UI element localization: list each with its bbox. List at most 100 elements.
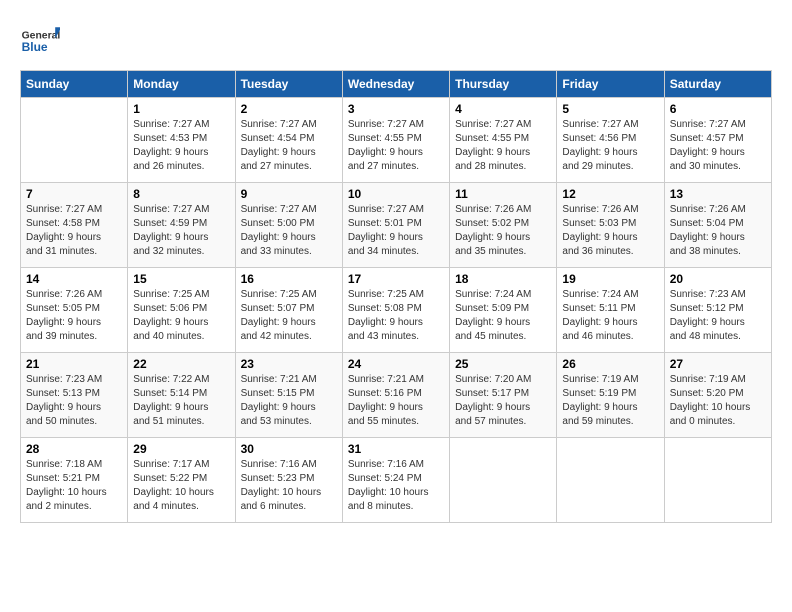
day-number: 10 bbox=[348, 187, 444, 201]
svg-text:Blue: Blue bbox=[22, 40, 48, 54]
day-number: 16 bbox=[241, 272, 337, 286]
calendar-cell bbox=[664, 438, 771, 523]
calendar-cell: 10Sunrise: 7:27 AM Sunset: 5:01 PM Dayli… bbox=[342, 183, 449, 268]
day-info: Sunrise: 7:25 AM Sunset: 5:06 PM Dayligh… bbox=[133, 288, 229, 344]
calendar-week-row: 28 Sunrise: 7:18 AM Sunset: 5:21 PM Dayli… bbox=[21, 438, 772, 523]
day-number: 25 bbox=[455, 357, 551, 371]
day-of-week-header: Tuesday bbox=[235, 71, 342, 98]
calendar-cell: 9Sunrise: 7:27 AM Sunset: 5:00 PM Daylig… bbox=[235, 183, 342, 268]
calendar-cell: 25 Sunrise: 7:20 AM Sunset: 5:17 PM Dayli… bbox=[450, 353, 557, 438]
day-info: Sunrise: 7:23 AM Sunset: 5:13 PM Dayligh… bbox=[26, 373, 122, 429]
calendar-cell: 7 Sunrise: 7:27 AM Sunset: 4:58 PM Daylig… bbox=[21, 183, 128, 268]
day-number: 24 bbox=[348, 357, 444, 371]
calendar-cell: 8 Sunrise: 7:27 AM Sunset: 4:59 PM Daylig… bbox=[128, 183, 235, 268]
day-info: Sunrise: 7:27 AM Sunset: 4:58 PM Dayligh… bbox=[26, 203, 122, 259]
calendar-cell: 12Sunrise: 7:26 AM Sunset: 5:03 PM Dayli… bbox=[557, 183, 664, 268]
calendar-cell: 4Sunrise: 7:27 AM Sunset: 4:55 PM Daylig… bbox=[450, 98, 557, 183]
day-number: 2 bbox=[241, 102, 337, 116]
day-of-week-header: Friday bbox=[557, 71, 664, 98]
calendar-cell bbox=[21, 98, 128, 183]
day-number: 18 bbox=[455, 272, 551, 286]
calendar-cell: 31 Sunrise: 7:16 AM Sunset: 5:24 PM Dayli… bbox=[342, 438, 449, 523]
day-number: 11 bbox=[455, 187, 551, 201]
calendar-cell: 5 Sunrise: 7:27 AM Sunset: 4:56 PM Daylig… bbox=[557, 98, 664, 183]
day-info: Sunrise: 7:17 AM Sunset: 5:22 PM Dayligh… bbox=[133, 458, 229, 514]
day-info: Sunrise: 7:25 AM Sunset: 5:07 PM Dayligh… bbox=[241, 288, 337, 344]
calendar-body: 1 Sunrise: 7:27 AM Sunset: 4:53 PM Daylig… bbox=[21, 98, 772, 523]
calendar-cell bbox=[557, 438, 664, 523]
day-info: Sunrise: 7:16 AM Sunset: 5:24 PM Dayligh… bbox=[348, 458, 444, 514]
day-info: Sunrise: 7:19 AM Sunset: 5:20 PM Dayligh… bbox=[670, 373, 766, 429]
day-number: 17 bbox=[348, 272, 444, 286]
calendar-cell: 14 Sunrise: 7:26 AM Sunset: 5:05 PM Dayli… bbox=[21, 268, 128, 353]
day-number: 19 bbox=[562, 272, 658, 286]
calendar-cell: 20 Sunrise: 7:23 AM Sunset: 5:12 PM Dayli… bbox=[664, 268, 771, 353]
calendar-cell: 18 Sunrise: 7:24 AM Sunset: 5:09 PM Dayli… bbox=[450, 268, 557, 353]
calendar-week-row: 14 Sunrise: 7:26 AM Sunset: 5:05 PM Dayli… bbox=[21, 268, 772, 353]
day-info: Sunrise: 7:19 AM Sunset: 5:19 PM Dayligh… bbox=[562, 373, 658, 429]
day-info: Sunrise: 7:24 AM Sunset: 5:09 PM Dayligh… bbox=[455, 288, 551, 344]
calendar-cell: 23Sunrise: 7:21 AM Sunset: 5:15 PM Dayli… bbox=[235, 353, 342, 438]
day-number: 31 bbox=[348, 442, 444, 456]
calendar-cell: 29 Sunrise: 7:17 AM Sunset: 5:22 PM Dayli… bbox=[128, 438, 235, 523]
calendar-cell: 3 Sunrise: 7:27 AM Sunset: 4:55 PM Daylig… bbox=[342, 98, 449, 183]
logo-container: General Blue bbox=[20, 20, 60, 60]
calendar-cell: 17 Sunrise: 7:25 AM Sunset: 5:08 PM Dayli… bbox=[342, 268, 449, 353]
calendar-cell: 16 Sunrise: 7:25 AM Sunset: 5:07 PM Dayli… bbox=[235, 268, 342, 353]
day-info: Sunrise: 7:27 AM Sunset: 4:56 PM Dayligh… bbox=[562, 118, 658, 174]
day-of-week-header: Wednesday bbox=[342, 71, 449, 98]
logo-svg: General Blue bbox=[20, 20, 60, 60]
day-number: 6 bbox=[670, 102, 766, 116]
day-info: Sunrise: 7:26 AM Sunset: 5:05 PM Dayligh… bbox=[26, 288, 122, 344]
day-number: 23 bbox=[241, 357, 337, 371]
day-info: Sunrise: 7:24 AM Sunset: 5:11 PM Dayligh… bbox=[562, 288, 658, 344]
day-number: 28 bbox=[26, 442, 122, 456]
calendar-cell: 24 Sunrise: 7:21 AM Sunset: 5:16 PM Dayli… bbox=[342, 353, 449, 438]
day-number: 27 bbox=[670, 357, 766, 371]
day-info: Sunrise: 7:27 AM Sunset: 4:55 PM Dayligh… bbox=[348, 118, 444, 174]
day-info: Sunrise: 7:27 AM Sunset: 4:59 PM Dayligh… bbox=[133, 203, 229, 259]
day-number: 29 bbox=[133, 442, 229, 456]
day-info: Sunrise: 7:20 AM Sunset: 5:17 PM Dayligh… bbox=[455, 373, 551, 429]
day-number: 9 bbox=[241, 187, 337, 201]
day-number: 21 bbox=[26, 357, 122, 371]
day-number: 1 bbox=[133, 102, 229, 116]
day-number: 26 bbox=[562, 357, 658, 371]
day-number: 15 bbox=[133, 272, 229, 286]
calendar-cell: 11 Sunrise: 7:26 AM Sunset: 5:02 PM Dayli… bbox=[450, 183, 557, 268]
day-number: 22 bbox=[133, 357, 229, 371]
day-info: Sunrise: 7:26 AM Sunset: 5:04 PM Dayligh… bbox=[670, 203, 766, 259]
day-info: Sunrise: 7:22 AM Sunset: 5:14 PM Dayligh… bbox=[133, 373, 229, 429]
calendar-cell: 6Sunrise: 7:27 AM Sunset: 4:57 PM Daylig… bbox=[664, 98, 771, 183]
day-number: 8 bbox=[133, 187, 229, 201]
day-of-week-header: Sunday bbox=[21, 71, 128, 98]
day-info: Sunrise: 7:21 AM Sunset: 5:16 PM Dayligh… bbox=[348, 373, 444, 429]
day-info: Sunrise: 7:23 AM Sunset: 5:12 PM Dayligh… bbox=[670, 288, 766, 344]
day-info: Sunrise: 7:26 AM Sunset: 5:02 PM Dayligh… bbox=[455, 203, 551, 259]
calendar-table: SundayMondayTuesdayWednesdayThursdayFrid… bbox=[20, 70, 772, 523]
calendar-header-row: SundayMondayTuesdayWednesdayThursdayFrid… bbox=[21, 71, 772, 98]
day-number: 5 bbox=[562, 102, 658, 116]
day-number: 14 bbox=[26, 272, 122, 286]
day-of-week-header: Monday bbox=[128, 71, 235, 98]
calendar-cell: 13Sunrise: 7:26 AM Sunset: 5:04 PM Dayli… bbox=[664, 183, 771, 268]
calendar-cell bbox=[450, 438, 557, 523]
calendar-cell: 30Sunrise: 7:16 AM Sunset: 5:23 PM Dayli… bbox=[235, 438, 342, 523]
calendar-cell: 1 Sunrise: 7:27 AM Sunset: 4:53 PM Daylig… bbox=[128, 98, 235, 183]
calendar-week-row: 1 Sunrise: 7:27 AM Sunset: 4:53 PM Daylig… bbox=[21, 98, 772, 183]
calendar-cell: 27 Sunrise: 7:19 AM Sunset: 5:20 PM Dayli… bbox=[664, 353, 771, 438]
day-info: Sunrise: 7:27 AM Sunset: 4:53 PM Dayligh… bbox=[133, 118, 229, 174]
calendar-cell: 15 Sunrise: 7:25 AM Sunset: 5:06 PM Dayli… bbox=[128, 268, 235, 353]
day-info: Sunrise: 7:18 AM Sunset: 5:21 PM Dayligh… bbox=[26, 458, 122, 514]
calendar-week-row: 7 Sunrise: 7:27 AM Sunset: 4:58 PM Daylig… bbox=[21, 183, 772, 268]
page-header: General Blue bbox=[20, 20, 772, 60]
calendar-cell: 22 Sunrise: 7:22 AM Sunset: 5:14 PM Dayli… bbox=[128, 353, 235, 438]
day-info: Sunrise: 7:25 AM Sunset: 5:08 PM Dayligh… bbox=[348, 288, 444, 344]
day-number: 7 bbox=[26, 187, 122, 201]
day-number: 20 bbox=[670, 272, 766, 286]
day-number: 12 bbox=[562, 187, 658, 201]
day-number: 3 bbox=[348, 102, 444, 116]
calendar-cell: 2Sunrise: 7:27 AM Sunset: 4:54 PM Daylig… bbox=[235, 98, 342, 183]
calendar-cell: 28 Sunrise: 7:18 AM Sunset: 5:21 PM Dayli… bbox=[21, 438, 128, 523]
calendar-week-row: 21 Sunrise: 7:23 AM Sunset: 5:13 PM Dayli… bbox=[21, 353, 772, 438]
